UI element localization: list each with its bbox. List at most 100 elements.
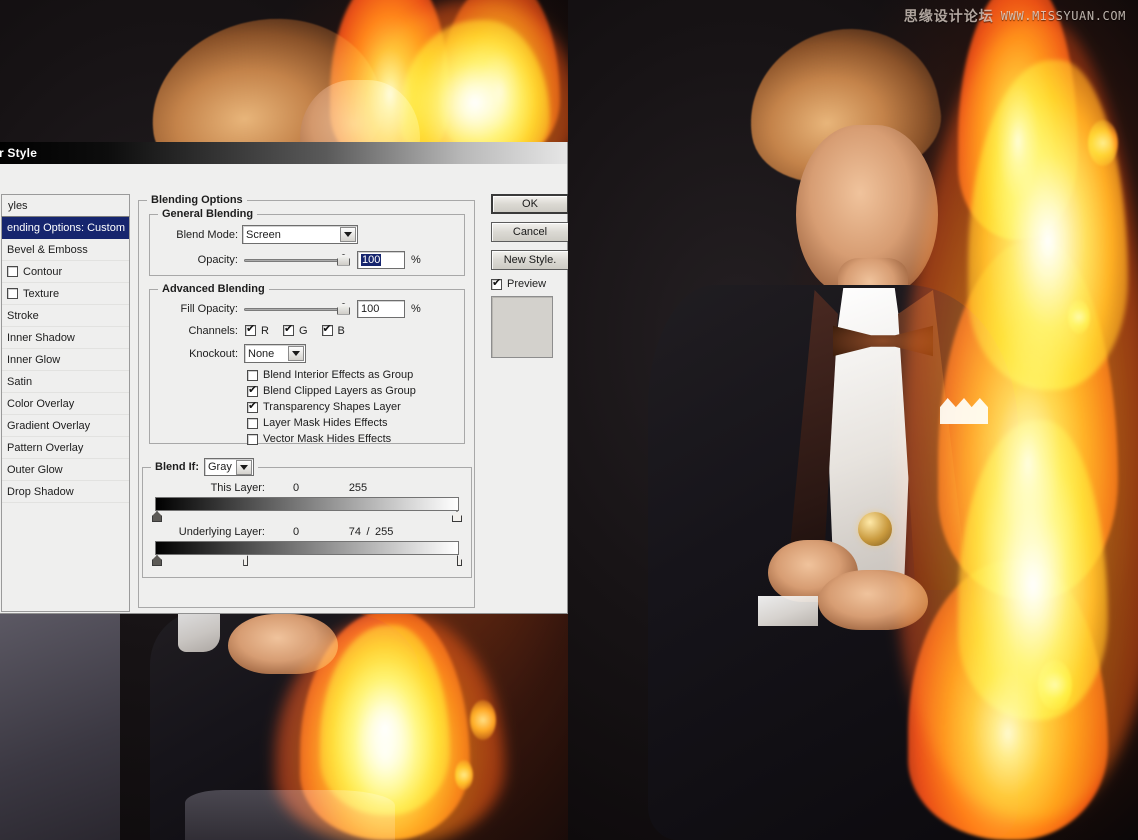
style-item-label: Texture — [23, 287, 60, 300]
result-ember-1 — [1088, 120, 1118, 166]
opacity-slider-track — [244, 258, 350, 262]
handle-right-half — [457, 511, 462, 522]
chevron-down-icon[interactable] — [236, 460, 252, 475]
style-item-satin[interactable]: Satin — [2, 371, 129, 393]
new-style-button-label: New Style. — [503, 254, 557, 266]
handle-right-half — [157, 555, 162, 566]
blend-clipped-layers-label: Blend Clipped Layers as Group — [263, 385, 416, 397]
advanced-blending-group: Advanced Blending Fill Opacity: 100 % Ch… — [149, 283, 465, 447]
style-item-stroke[interactable]: Stroke — [2, 305, 129, 327]
preview-checkbox[interactable] — [491, 277, 502, 290]
handle-left-half — [452, 511, 457, 522]
this-layer-section: This Layer: 0 255 — [152, 482, 462, 523]
style-item-outer-glow[interactable]: Outer Glow — [2, 459, 129, 481]
vector-mask-hides-effects-label: Vector Mask Hides Effects — [263, 433, 392, 445]
underlying-layer-label: Underlying Layer: — [178, 526, 265, 538]
transparency-shapes-layer-checkbox[interactable] — [247, 400, 258, 413]
style-item-inner-glow[interactable]: Inner Glow — [2, 349, 129, 371]
style-item-label: Outer Glow — [7, 463, 63, 476]
fill-opacity-value: 100 — [361, 302, 380, 315]
blend-if-label: Blend If: — [155, 461, 199, 473]
style-item-label: ending Options: Custom — [7, 221, 126, 234]
underlying-layer-min: 0 — [292, 526, 300, 538]
style-item-inner-shadow[interactable]: Inner Shadow — [2, 327, 129, 349]
styles-list[interactable]: ending Options: Custom Bevel & Emboss Co… — [1, 216, 130, 612]
layer-mask-hides-effects-row[interactable]: Layer Mask Hides Effects — [247, 415, 464, 431]
artwork-ember-bottom-2 — [455, 760, 473, 790]
style-item-bevel-emboss[interactable]: Bevel & Emboss — [2, 239, 129, 261]
handle-right-half — [457, 555, 462, 566]
underlying-layer-ramp-wrap[interactable] — [152, 541, 462, 567]
opacity-input[interactable]: 100 — [357, 250, 405, 269]
new-style-button[interactable]: New Style. — [491, 250, 568, 270]
opacity-slider-thumb[interactable] — [337, 253, 350, 266]
this-layer-handles[interactable] — [152, 511, 462, 523]
this-layer-white-handle[interactable] — [452, 511, 462, 522]
blend-mode-select[interactable]: Screen — [242, 225, 358, 244]
fill-opacity-slider-thumb[interactable] — [337, 302, 350, 315]
underlying-layer-handles[interactable] — [152, 555, 462, 567]
preview-row[interactable]: Preview — [491, 277, 568, 290]
channel-b-label: B — [337, 324, 345, 337]
artwork-shirt-bottom — [178, 612, 220, 652]
knockout-select[interactable]: None — [244, 344, 306, 363]
style-item-label: Satin — [7, 375, 33, 388]
style-item-label: Gradient Overlay — [7, 419, 91, 432]
blend-if-channel-value: Gray — [208, 461, 232, 473]
underlying-layer-max-low: 74 — [348, 526, 361, 538]
this-layer-black-handle[interactable] — [152, 511, 162, 522]
this-layer-ramp-wrap[interactable] — [152, 497, 462, 523]
underlying-layer-black-handle[interactable] — [152, 555, 162, 566]
preview-thumbnail — [491, 296, 553, 358]
layer-mask-hides-effects-checkbox[interactable] — [247, 417, 258, 429]
fill-opacity-input[interactable]: 100 — [357, 299, 405, 318]
blend-if-channel-select[interactable]: Gray — [204, 458, 254, 476]
ok-button[interactable]: OK — [491, 194, 568, 214]
channel-g-checkbox[interactable] — [282, 323, 294, 336]
contour-checkbox[interactable] — [7, 266, 18, 277]
channel-r-label: R — [261, 324, 269, 337]
chevron-down-icon[interactable] — [288, 346, 304, 361]
underlying-layer-white-handle-high[interactable] — [457, 555, 462, 566]
blend-clipped-layers-checkbox[interactable] — [247, 384, 258, 397]
general-blending-title: General Blending — [162, 208, 254, 220]
style-item-texture[interactable]: Texture — [2, 283, 129, 305]
dialog-titlebar[interactable]: r Style — [0, 142, 567, 164]
blend-interior-effects-row[interactable]: Blend Interior Effects as Group — [247, 367, 464, 383]
style-item-blending-options[interactable]: ending Options: Custom — [2, 217, 129, 239]
texture-checkbox[interactable] — [7, 288, 18, 299]
layer-style-dialog[interactable]: r Style yles ending Options: Custom Beve… — [0, 142, 568, 614]
blend-mode-label: Blend Mode: — [176, 228, 238, 241]
vector-mask-hides-effects-row[interactable]: Vector Mask Hides Effects — [247, 431, 464, 447]
blend-clipped-layers-row[interactable]: Blend Clipped Layers as Group — [247, 383, 464, 399]
fill-opacity-slider[interactable] — [244, 302, 350, 316]
screenshot-root: r Style yles ending Options: Custom Beve… — [0, 0, 1138, 840]
transparency-shapes-layer-row[interactable]: Transparency Shapes Layer — [247, 399, 464, 415]
style-item-gradient-overlay[interactable]: Gradient Overlay — [2, 415, 129, 437]
chevron-down-icon[interactable] — [340, 227, 356, 242]
advanced-checkbox-list: Blend Interior Effects as Group Blend Cl… — [247, 367, 464, 447]
opacity-value: 100 — [361, 253, 382, 266]
opacity-slider[interactable] — [244, 253, 350, 267]
style-item-color-overlay[interactable]: Color Overlay — [2, 393, 129, 415]
underlying-layer-max-high: 255 — [375, 526, 394, 538]
styles-header-label: yles — [8, 199, 28, 212]
style-item-pattern-overlay[interactable]: Pattern Overlay — [2, 437, 129, 459]
style-item-contour[interactable]: Contour — [2, 261, 129, 283]
style-item-drop-shadow[interactable]: Drop Shadow — [2, 481, 129, 503]
dialog-body: yles ending Options: Custom Bevel & Embo… — [0, 164, 568, 614]
artwork-ember-bottom-1 — [470, 700, 496, 740]
underlying-layer-section: Underlying Layer: 0 74 / 255 — [152, 526, 462, 567]
channel-b-checkbox[interactable] — [321, 323, 333, 336]
styles-panel-header[interactable]: yles — [1, 194, 130, 216]
style-item-label: Color Overlay — [7, 397, 75, 410]
style-item-label: Pattern Overlay — [7, 441, 84, 454]
artwork-shoulder-bottom-left — [0, 612, 120, 840]
cancel-button[interactable]: Cancel — [491, 222, 568, 242]
blend-interior-effects-checkbox[interactable] — [247, 369, 258, 381]
channel-r-checkbox[interactable] — [245, 323, 256, 336]
underlying-layer-ramp — [155, 541, 459, 555]
underlying-layer-white-handle-low[interactable] — [243, 555, 249, 566]
blend-if-legend: Blend If: Gray — [151, 458, 258, 476]
vector-mask-hides-effects-checkbox[interactable] — [247, 433, 258, 445]
